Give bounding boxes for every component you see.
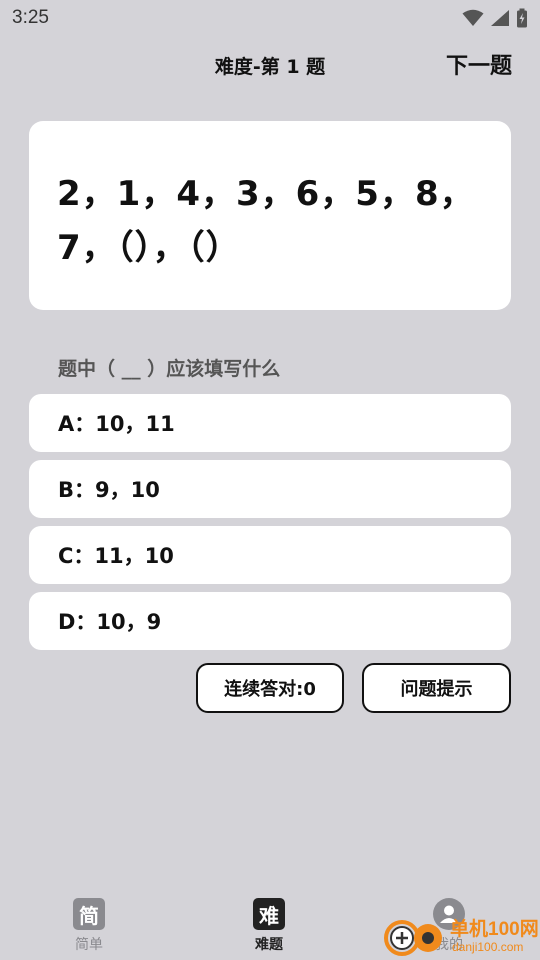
nav-label-hard: 难题 [255,937,283,953]
question-prompt: 题中（ __ ）应该填写什么 [58,358,281,380]
header: 难度-第 1 题 下一题 [0,44,540,84]
watermark-text-1: 单机100网 [450,919,539,940]
hint-button[interactable]: 问题提示 [362,663,511,713]
question-card: 2，1，4，3，6，5，8， 7，（），（） [29,121,511,310]
watermark-text-2: danji100.com [452,940,524,954]
easy-icon: 简 [73,898,105,930]
streak-counter-button[interactable]: 连续答对:0 [196,663,344,713]
battery-icon [517,8,527,28]
option-c[interactable]: C：11，10 [29,526,511,584]
question-line-2: 7，（），（） [57,228,241,268]
nav-item-easy[interactable]: 简 简单 [49,898,129,954]
wifi-icon [462,9,484,26]
nav-label-easy: 简单 [75,937,103,953]
hard-icon: 难 [253,898,285,930]
next-question-button[interactable]: 下一题 [446,48,512,80]
watermark-logo-icon [384,920,442,956]
status-bar: 3:25 [0,0,540,36]
option-a[interactable]: A：10，11 [29,394,511,452]
status-icons [462,8,528,28]
watermark: 单机100网 danji100.com [384,910,539,960]
signal-icon [491,10,509,26]
nav-item-hard[interactable]: 难 难题 [229,898,309,954]
option-d[interactable]: D：10，9 [29,592,511,650]
option-b[interactable]: B：9，10 [29,460,511,518]
status-time: 3:25 [12,7,49,28]
question-line-1: 2，1，4，3，6，5，8， [57,174,475,214]
